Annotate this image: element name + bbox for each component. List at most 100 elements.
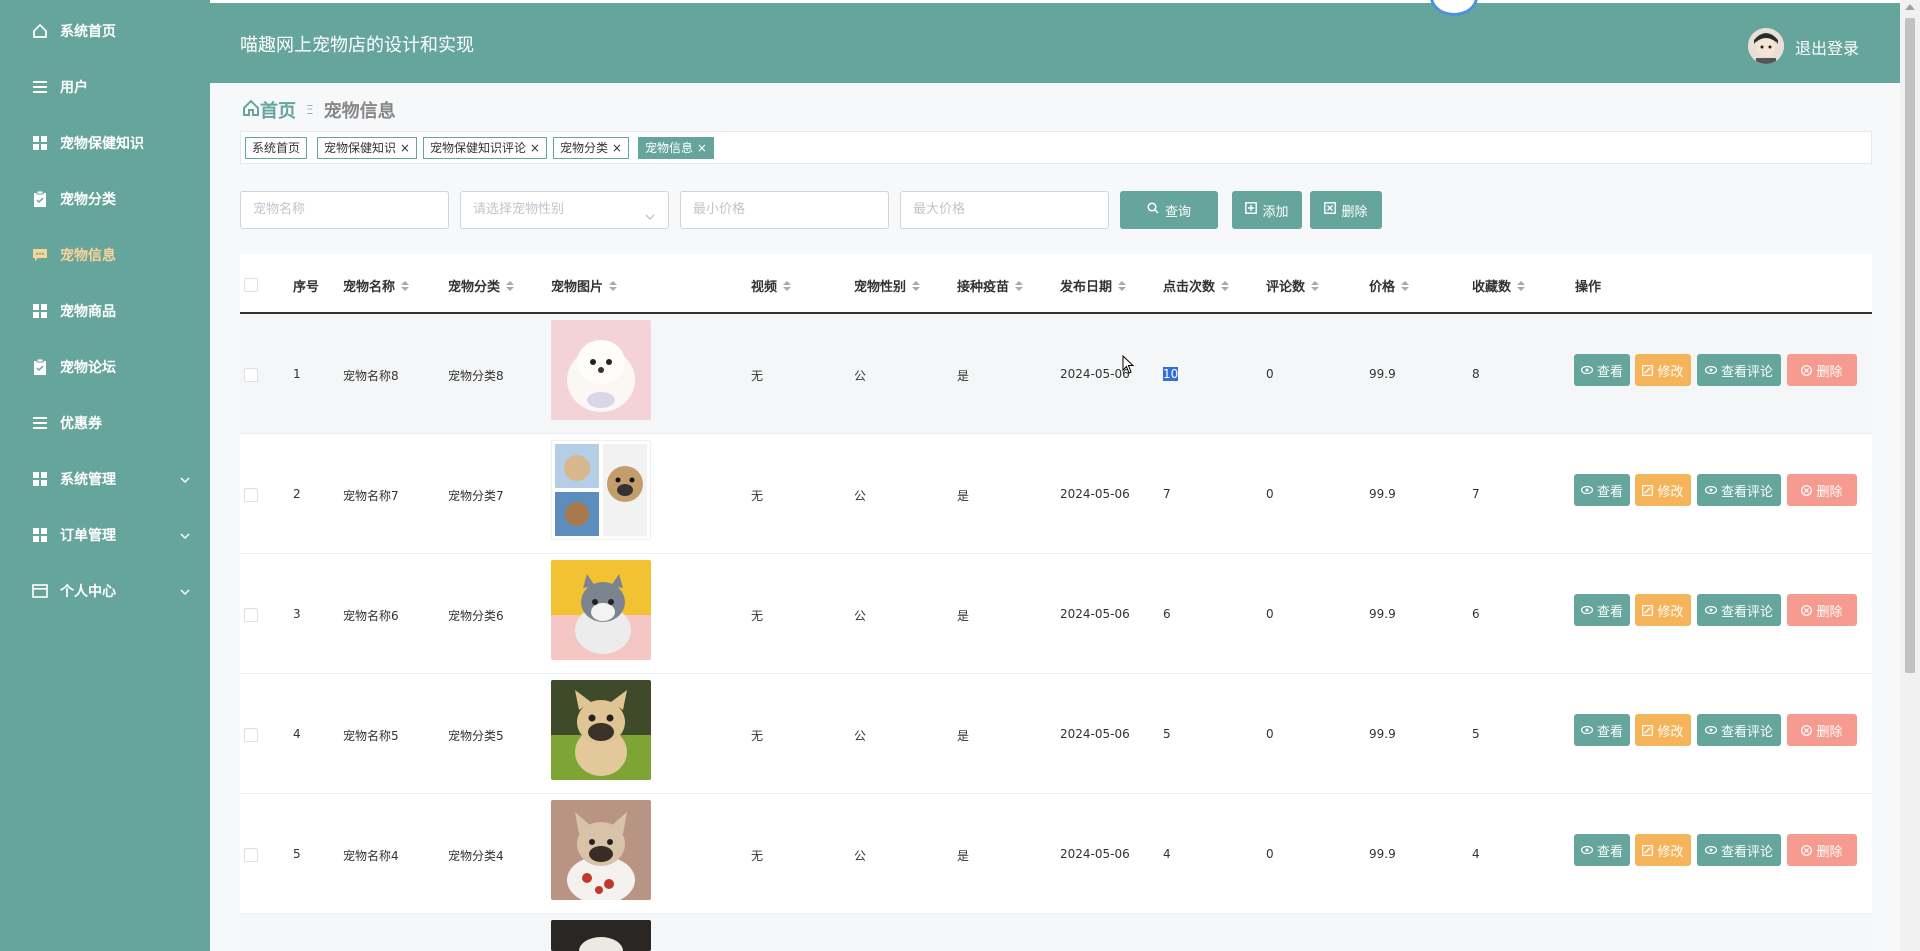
view-comments-button[interactable]: 查看评论 bbox=[1697, 594, 1781, 626]
cell-clicks: 6 bbox=[1163, 607, 1171, 621]
sidebar-item-pet-info[interactable]: 宠物信息 bbox=[0, 230, 210, 280]
view-button[interactable]: 查看 bbox=[1574, 714, 1630, 746]
eye-icon bbox=[1704, 606, 1717, 614]
col-header-video[interactable]: 视频 bbox=[751, 276, 792, 295]
delete-button[interactable]: 删除 bbox=[1787, 714, 1857, 746]
edit-button[interactable]: 修改 bbox=[1635, 354, 1691, 386]
min-price-input[interactable]: 最小价格 bbox=[680, 191, 889, 229]
delete-button[interactable]: 删除 bbox=[1787, 594, 1857, 626]
view-button[interactable]: 查看 bbox=[1574, 474, 1630, 506]
sort-icon[interactable] bbox=[912, 280, 921, 291]
tag-pet-health[interactable]: 宠物保健知识 × bbox=[317, 137, 417, 159]
row-checkbox[interactable] bbox=[244, 368, 258, 382]
edit-button[interactable]: 修改 bbox=[1635, 714, 1691, 746]
row-checkbox[interactable] bbox=[244, 608, 258, 622]
view-button[interactable]: 查看 bbox=[1574, 594, 1630, 626]
cell-favorites: 8 bbox=[1472, 367, 1480, 381]
batch-delete-button[interactable]: 删除 bbox=[1310, 191, 1382, 229]
pet-name-input[interactable]: 宠物名称 bbox=[240, 191, 449, 229]
pet-image[interactable] bbox=[551, 800, 651, 900]
sort-icon[interactable] bbox=[1401, 280, 1410, 291]
sort-icon[interactable] bbox=[401, 280, 410, 291]
sidebar-item-pet-goods[interactable]: 宠物商品 bbox=[0, 286, 210, 336]
add-button[interactable]: 添加 bbox=[1232, 191, 1302, 229]
sidebar-item-home[interactable]: 系统首页 bbox=[0, 6, 210, 56]
view-comments-button[interactable]: 查看评论 bbox=[1697, 354, 1781, 386]
delete-button[interactable]: 删除 bbox=[1787, 474, 1857, 506]
max-price-input[interactable]: 最大价格 bbox=[900, 191, 1109, 229]
delete-button[interactable]: 删除 bbox=[1787, 354, 1857, 386]
sort-icon[interactable] bbox=[506, 280, 515, 291]
col-header-price[interactable]: 价格 bbox=[1369, 276, 1410, 295]
pet-image[interactable] bbox=[551, 560, 651, 660]
close-icon[interactable]: × bbox=[693, 141, 707, 155]
sidebar-item-orders[interactable]: 订单管理 bbox=[0, 510, 210, 560]
cell-clicks: 5 bbox=[1163, 727, 1171, 741]
tag-pet-category[interactable]: 宠物分类 × bbox=[553, 137, 629, 159]
col-header-comments[interactable]: 评论数 bbox=[1266, 276, 1320, 295]
col-header-gender[interactable]: 宠物性别 bbox=[854, 276, 921, 295]
sidebar-item-profile[interactable]: 个人中心 bbox=[0, 566, 210, 616]
sidebar-item-system[interactable]: 系统管理 bbox=[0, 454, 210, 504]
col-header-date[interactable]: 发布日期 bbox=[1060, 276, 1127, 295]
scrollbar-thumb[interactable] bbox=[1905, 18, 1915, 673]
sidebar-item-pet-category[interactable]: 宠物分类 bbox=[0, 174, 210, 224]
page-scrollbar[interactable] bbox=[1900, 0, 1920, 951]
sort-icon[interactable] bbox=[1118, 280, 1127, 291]
breadcrumb-home[interactable]: 首页 bbox=[242, 97, 296, 123]
tag-pet-health-comments[interactable]: 宠物保健知识评论 × bbox=[423, 137, 547, 159]
cell-video: 无 bbox=[751, 489, 764, 503]
col-header-favorites[interactable]: 收藏数 bbox=[1472, 276, 1526, 295]
select-all-checkbox[interactable] bbox=[244, 278, 258, 292]
col-header-image[interactable]: 宠物图片 bbox=[551, 276, 618, 295]
pet-image[interactable] bbox=[551, 680, 651, 780]
sidebar-item-pet-health[interactable]: 宠物保健知识 bbox=[0, 118, 210, 168]
edit-button[interactable]: 修改 bbox=[1635, 594, 1691, 626]
col-header-name[interactable]: 宠物名称 bbox=[343, 276, 410, 295]
sidebar-item-label: 用户 bbox=[60, 80, 88, 96]
edit-button[interactable]: 修改 bbox=[1635, 474, 1691, 506]
close-icon[interactable]: × bbox=[396, 141, 410, 155]
col-header-category[interactable]: 宠物分类 bbox=[448, 276, 515, 295]
pet-gender-select[interactable]: 请选择宠物性别 bbox=[460, 191, 669, 229]
row-checkbox[interactable] bbox=[244, 848, 258, 862]
query-label: 查询 bbox=[1164, 204, 1191, 220]
sidebar-item-coupons[interactable]: 优惠券 bbox=[0, 398, 210, 448]
view-comments-button[interactable]: 查看评论 bbox=[1697, 834, 1781, 866]
row-checkbox[interactable] bbox=[244, 488, 258, 502]
sort-icon[interactable] bbox=[609, 280, 618, 291]
pet-image[interactable] bbox=[551, 920, 651, 951]
pet-image[interactable] bbox=[551, 440, 651, 540]
col-header-clicks[interactable]: 点击次数 bbox=[1163, 276, 1230, 295]
pet-image[interactable] bbox=[551, 320, 651, 420]
close-icon[interactable]: × bbox=[526, 141, 540, 155]
header-label: 收藏数 bbox=[1472, 280, 1512, 295]
delete-button[interactable]: 删除 bbox=[1787, 834, 1857, 866]
view-comments-button[interactable]: 查看评论 bbox=[1697, 474, 1781, 506]
tag-label: 宠物分类 bbox=[560, 141, 609, 155]
sidebar-item-label: 个人中心 bbox=[60, 584, 116, 600]
sort-icon[interactable] bbox=[1221, 280, 1230, 291]
sort-icon[interactable] bbox=[1517, 280, 1526, 291]
view-button[interactable]: 查看 bbox=[1574, 834, 1630, 866]
cell-gender: 公 bbox=[854, 369, 867, 383]
col-header-vaccine[interactable]: 接种疫苗 bbox=[957, 276, 1024, 295]
tag-home[interactable]: 系统首页 bbox=[245, 137, 308, 159]
view-button[interactable]: 查看 bbox=[1574, 354, 1630, 386]
view-label: 查看 bbox=[1596, 604, 1623, 620]
query-button[interactable]: 查询 bbox=[1120, 191, 1218, 229]
view-comments-button[interactable]: 查看评论 bbox=[1697, 714, 1781, 746]
tag-pet-info[interactable]: 宠物信息 × bbox=[638, 137, 714, 159]
tag-label: 宠物保健知识 bbox=[324, 141, 397, 155]
sort-icon[interactable] bbox=[783, 280, 792, 291]
sidebar-item-pet-forum[interactable]: 宠物论坛 bbox=[0, 342, 210, 392]
scroll-up-arrow-icon[interactable] bbox=[1905, 4, 1915, 10]
sort-icon[interactable] bbox=[1311, 280, 1320, 291]
sidebar-item-users[interactable]: 用户 bbox=[0, 62, 210, 112]
edit-button[interactable]: 修改 bbox=[1635, 834, 1691, 866]
close-icon[interactable]: × bbox=[608, 141, 622, 155]
logout-link[interactable]: 退出登录 bbox=[1795, 35, 1859, 59]
sort-icon[interactable] bbox=[1015, 280, 1024, 291]
row-checkbox[interactable] bbox=[244, 728, 258, 742]
avatar[interactable] bbox=[1748, 28, 1784, 64]
